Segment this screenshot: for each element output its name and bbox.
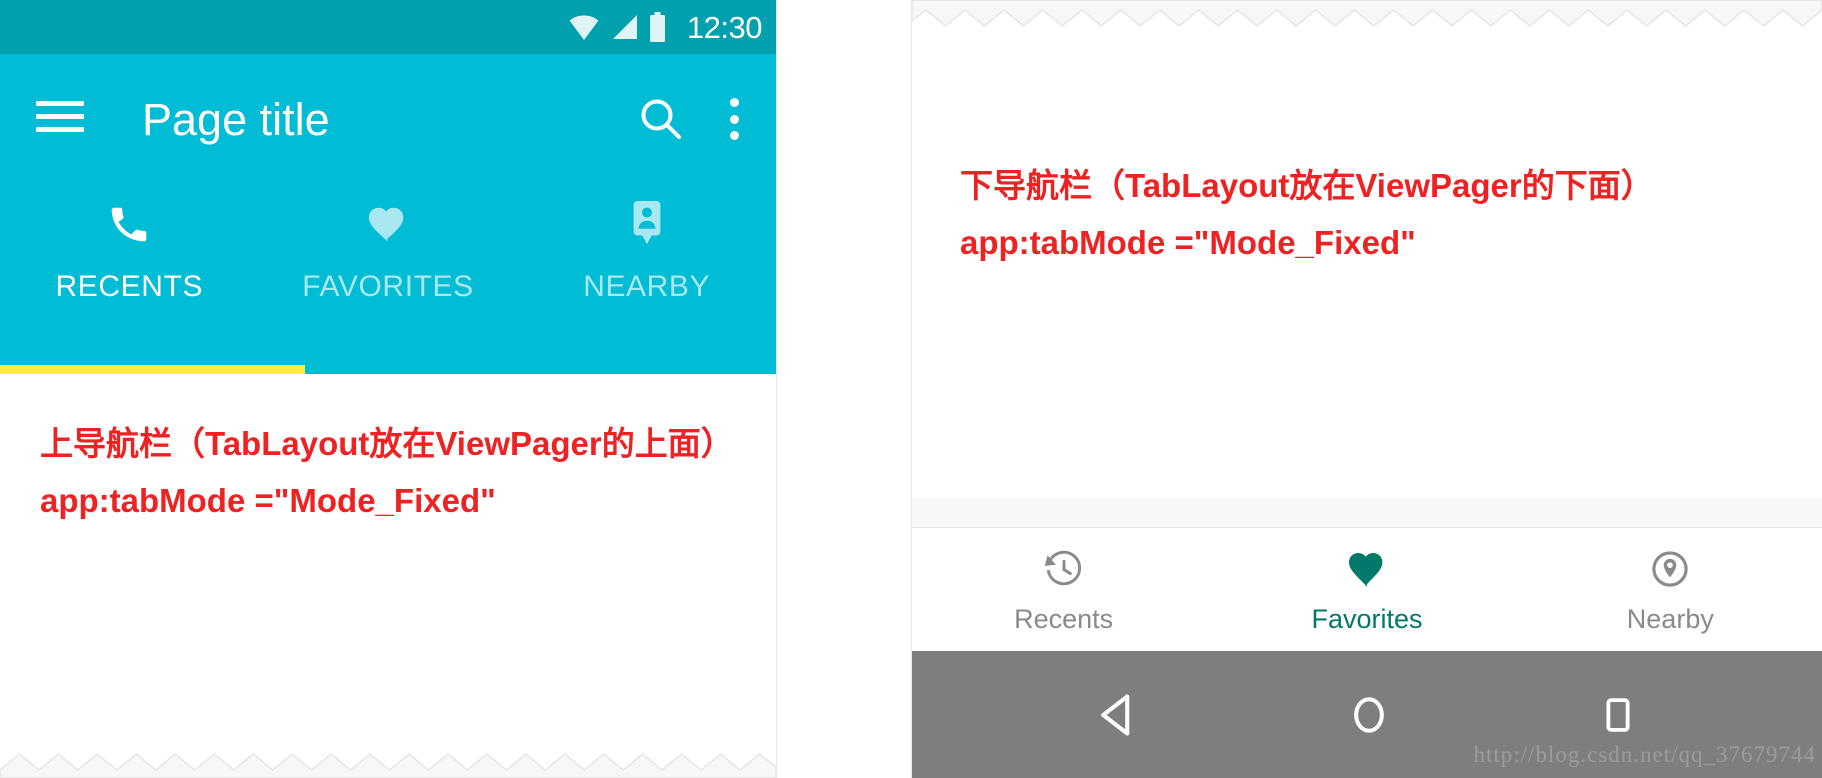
overflow-dot <box>730 98 739 107</box>
bottom-nav-item-favorites[interactable]: Favorites <box>1215 546 1518 633</box>
bottom-nav-label: Nearby <box>1626 604 1714 634</box>
bottom-navigation-bar: Recents Favorites Nearby <box>912 528 1822 651</box>
hamburger-line <box>36 127 84 132</box>
overflow-dot <box>730 131 739 140</box>
content-divider-strip <box>912 498 1822 528</box>
app-bar-top-row: Page title <box>0 54 776 184</box>
back-icon <box>1101 694 1130 735</box>
phone-icon-glyph <box>112 207 147 242</box>
status-bar: 12:30 <box>0 0 776 54</box>
bottom-nav-label: Favorites <box>1311 604 1423 634</box>
heart-icon <box>365 198 411 250</box>
battery-icon <box>649 12 665 42</box>
status-bar-icons: 12:30 <box>569 9 763 45</box>
bottom-nav-item-recents[interactable]: Recents <box>912 546 1215 633</box>
left-panel-body: 上导航栏（TabLayout放在ViewPager的上面） app:tabMod… <box>0 374 776 778</box>
contact-card-icon <box>624 198 670 250</box>
right-panel-body: 下导航栏（TabLayout放在ViewPager的下面） app:tabMod… <box>912 28 1822 498</box>
tab-indicator-row <box>0 365 776 374</box>
location-pin-icon <box>1649 546 1691 592</box>
bottom-nav-item-nearby[interactable]: Nearby <box>1519 546 1822 633</box>
history-icon <box>1043 546 1085 592</box>
phone-mockup-bottom-tabs: 下导航栏（TabLayout放在ViewPager的下面） app:tabMod… <box>911 0 1822 778</box>
search-icon <box>641 99 681 139</box>
overflow-dot <box>730 114 739 124</box>
screenshot-canvas: 12:30 Page title RECENTS FAVORITES NEARB… <box>0 0 1822 778</box>
app-bar: Page title RECENTS FAVORITES NEARBY <box>0 54 776 374</box>
tab-favorites[interactable]: FAVORITES <box>259 198 518 302</box>
tab-layout-top: RECENTS FAVORITES NEARBY <box>0 184 776 344</box>
tab-label: RECENTS <box>55 270 204 303</box>
back-button[interactable] <box>1095 691 1141 739</box>
torn-edge-top-right <box>912 0 1822 30</box>
search-button[interactable] <box>640 98 682 140</box>
watermark: http://blog.csdn.net/qq_37679744 <box>1473 742 1816 767</box>
tab-label: NEARBY <box>583 270 711 303</box>
tab-recents[interactable]: RECENTS <box>0 198 259 302</box>
heart-icon-glyph <box>368 207 404 242</box>
status-bar-time: 12:30 <box>686 9 763 45</box>
overflow-menu-button[interactable] <box>730 98 740 140</box>
phone-mockup-top-tabs: 12:30 Page title RECENTS FAVORITES NEARB… <box>0 0 777 778</box>
wifi-icon <box>569 15 599 40</box>
left-panel: 12:30 Page title RECENTS FAVORITES NEARB… <box>0 0 911 778</box>
hamburger-menu-icon[interactable] <box>36 101 84 137</box>
right-annotation-line-2: app:tabMode ="Mode_Fixed" <box>960 223 1416 261</box>
contact-card-icon-glyph <box>633 201 661 245</box>
signal-icon <box>612 15 637 39</box>
right-panel: 下导航栏（TabLayout放在ViewPager的下面） app:tabMod… <box>911 0 1822 778</box>
hamburger-line <box>36 101 84 106</box>
home-icon <box>1354 696 1384 733</box>
home-button[interactable] <box>1347 691 1391 739</box>
recents-square-icon <box>1606 697 1630 732</box>
history-icon-glyph <box>1044 550 1081 586</box>
tab-label: FAVORITES <box>302 270 474 303</box>
heart-icon <box>1345 546 1389 592</box>
hamburger-line <box>36 114 84 119</box>
recents-button[interactable] <box>1597 691 1639 739</box>
right-annotation-line-1: 下导航栏（TabLayout放在ViewPager的下面） <box>960 167 1654 204</box>
phone-icon <box>106 198 152 250</box>
location-pin-icon-glyph <box>1652 551 1688 587</box>
page-title: Page title <box>142 93 330 145</box>
tab-selected-indicator <box>0 365 305 374</box>
left-annotation-line-1: 上导航栏（TabLayout放在ViewPager的上面） <box>40 425 734 462</box>
tab-nearby[interactable]: NEARBY <box>517 198 776 302</box>
heart-icon-glyph <box>1349 553 1383 587</box>
left-annotation-line-2: app:tabMode ="Mode_Fixed" <box>40 481 496 519</box>
bottom-nav-label: Recents <box>1014 604 1114 634</box>
